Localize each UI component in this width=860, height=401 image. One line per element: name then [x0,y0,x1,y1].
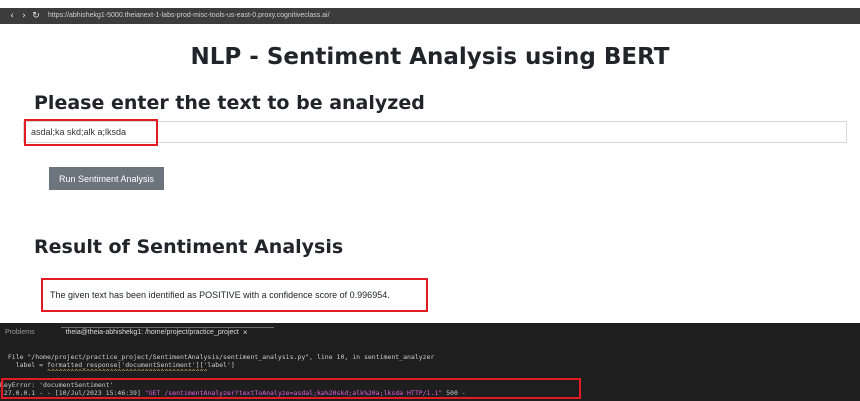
tab-problems[interactable]: Problems [5,329,35,336]
result-heading: Result of Sentiment Analysis [34,236,344,258]
reload-icon[interactable]: ↻ [30,8,42,24]
url-field[interactable]: https://abhishekg1-5000.theianext-1-labs… [48,8,330,24]
input-highlight-box [24,119,158,146]
terminal-panel: Problems theia@theia-abhishekg1: /home/p… [0,323,860,401]
back-icon[interactable]: ‹ [6,8,18,24]
result-highlight-box [41,278,428,312]
run-sentiment-analysis-button[interactable]: Run Sentiment Analysis [49,167,164,190]
page-title: NLP - Sentiment Analysis using BERT [190,44,670,70]
error-highlight-box [1,378,581,399]
traceback-file-line: File "/home/project/practice_project/Sen… [0,353,435,361]
input-heading: Please enter the text to be analyzed [34,92,425,114]
traceback-caret-line: ^^^^^^^^^^^^^^^^^^^^^^^^^^^^^^^^^^^^^^^^… [0,368,208,376]
terminal-tab-label: theia@theia-abhishekg1: /home/project/pr… [65,328,239,336]
terminal-tabs: Problems theia@theia-abhishekg1: /home/p… [0,323,860,341]
tab-terminal[interactable]: theia@theia-abhishekg1: /home/project/pr… [66,328,248,337]
forward-icon[interactable]: › [18,8,30,24]
close-icon[interactable]: × [243,328,248,337]
browser-address-bar: ‹ › ↻ https://abhishekg1-5000.theianext-… [0,8,860,24]
